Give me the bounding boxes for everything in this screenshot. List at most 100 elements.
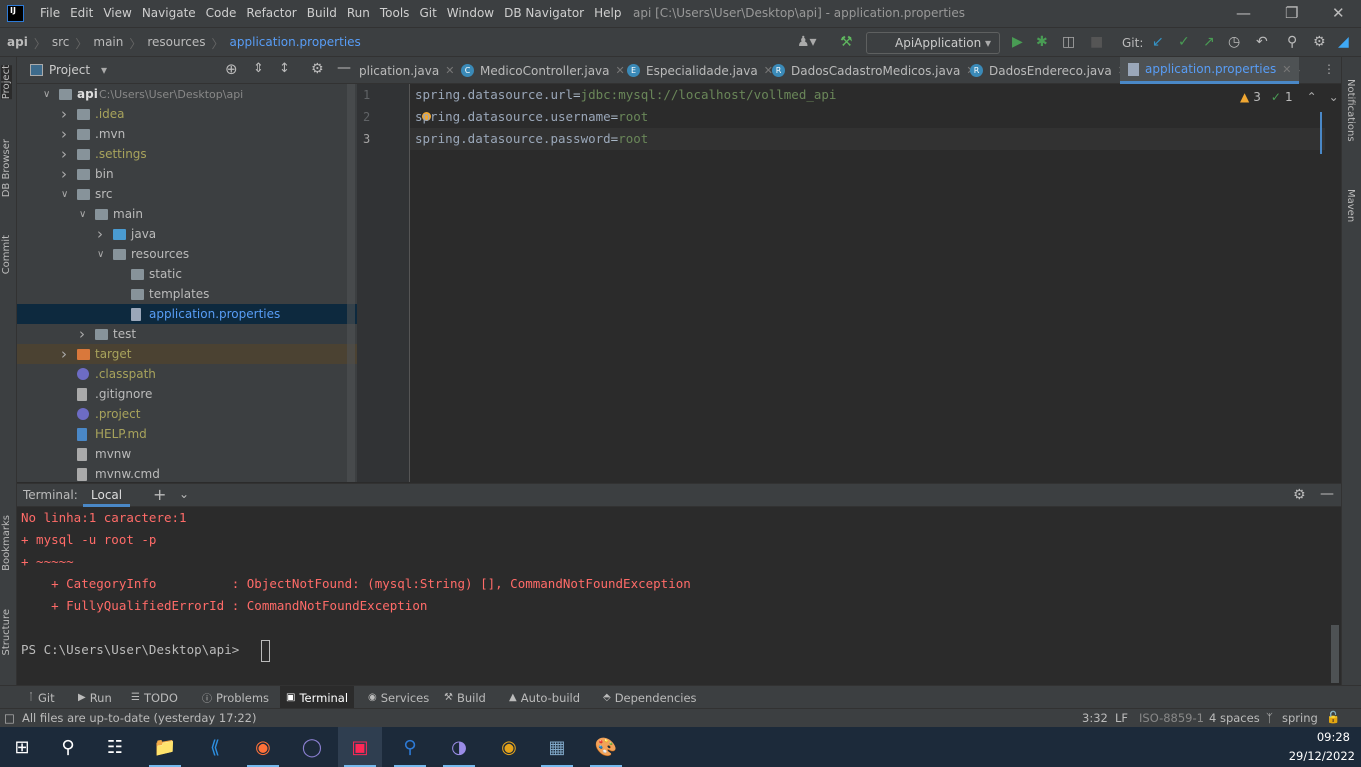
tree-item[interactable]: ∨ main — [17, 204, 357, 224]
task-view-icon[interactable]: ☷ — [93, 727, 137, 767]
run-configuration-select[interactable]: ApiApplication ▾ — [866, 32, 1000, 54]
chevron-down-icon[interactable]: ∨ — [97, 249, 107, 260]
chevron-down-icon[interactable]: ∨ — [61, 189, 71, 200]
tree-item[interactable]: › .mvn — [17, 124, 357, 144]
menu-help[interactable]: Help — [594, 6, 621, 20]
git-push-icon[interactable]: ↗ — [1203, 34, 1215, 50]
line-separator[interactable]: LF — [1115, 711, 1128, 725]
lock-icon[interactable]: 🔓 — [1326, 710, 1340, 724]
firefox-icon[interactable]: ◉ — [241, 727, 285, 767]
tree-item[interactable]: .gitignore — [17, 384, 357, 404]
minimize-icon[interactable]: — — [1236, 4, 1251, 22]
editor-tab[interactable]: C MedicoController.java ✕ — [461, 57, 625, 84]
build-hammer-icon[interactable]: ⚒ — [840, 34, 853, 50]
close-tab-icon[interactable]: ✕ — [445, 64, 454, 77]
breadcrumb-item[interactable]: main — [93, 35, 123, 52]
user-icon[interactable]: ♟▾ — [797, 34, 817, 50]
tree-item[interactable]: HELP.md — [17, 424, 357, 444]
tree-item[interactable]: .project — [17, 404, 357, 424]
menu-file[interactable]: File — [40, 6, 60, 20]
gear-icon[interactable]: ⚙ — [1293, 487, 1306, 503]
collapse-all-icon[interactable]: ↕ — [279, 61, 290, 76]
tool-window-build[interactable]: ⚒ Build — [438, 686, 492, 709]
menu-view[interactable]: View — [103, 6, 131, 20]
chevron-down-icon[interactable]: ⌄ — [179, 487, 189, 501]
stop-icon[interactable]: ■ — [1090, 34, 1103, 50]
tree-item[interactable]: › test — [17, 324, 357, 344]
tree-item[interactable]: › bin — [17, 164, 357, 184]
debug-icon[interactable]: ✱ — [1036, 34, 1048, 50]
close-tab-icon[interactable]: ✕ — [616, 64, 625, 77]
tool-window-terminal[interactable]: ▣ Terminal — [280, 686, 355, 709]
next-highlight-icon[interactable]: ⌄ — [1329, 90, 1339, 104]
tree-item[interactable]: ∨ src — [17, 184, 357, 204]
tool-db-browser[interactable]: DB Browser — [1, 139, 12, 197]
git-commit-icon[interactable]: ✓ — [1178, 34, 1190, 50]
tool-window-todo[interactable]: ☰ TODO — [125, 686, 184, 709]
tree-item[interactable]: › java — [17, 224, 357, 244]
chevron-down-icon[interactable]: ∨ — [79, 209, 89, 220]
editor-tab[interactable]: E Especialidade.java ✕ — [627, 57, 773, 84]
new-tab-plus-icon[interactable]: + — [153, 485, 166, 504]
app-icon[interactable]: ◑ — [437, 727, 481, 767]
paint-icon[interactable]: 🎨 — [584, 727, 628, 767]
caret-position[interactable]: 3:32 — [1082, 711, 1108, 725]
tree-item[interactable]: › .idea — [17, 104, 357, 124]
search-icon[interactable]: ⚲ — [1287, 34, 1297, 50]
tool-notifications[interactable]: Notifications — [1345, 79, 1356, 142]
menu-run[interactable]: Run — [347, 6, 370, 20]
tree-scrollbar[interactable] — [347, 84, 355, 482]
editor-tab[interactable]: plication.java ✕ — [359, 57, 454, 84]
terminal-tab-local[interactable]: Local — [83, 484, 131, 507]
terminal-scrollbar[interactable] — [1331, 625, 1339, 683]
git-branch[interactable]: spring — [1282, 711, 1318, 725]
history-icon[interactable]: ◷ — [1228, 34, 1240, 50]
tool-window-services[interactable]: ◉ Services — [362, 686, 435, 709]
tool-bookmarks[interactable]: Bookmarks — [1, 515, 12, 571]
status-toggle-icon[interactable]: □ — [4, 711, 15, 725]
menu-refactor[interactable]: Refactor — [246, 6, 296, 20]
expand-all-icon[interactable]: ⇕ — [253, 61, 264, 76]
tree-item[interactable]: .classpath — [17, 364, 357, 384]
breadcrumb-item[interactable]: resources — [147, 35, 205, 52]
vscode-icon[interactable]: ⟪ — [193, 727, 237, 767]
maps-icon[interactable]: ⚲ — [388, 727, 432, 767]
editor-tab[interactable]: application.properties ✕ — [1120, 57, 1300, 84]
code-editor[interactable]: ▲ 3 ✓ 1 ⌃ ⌄ spring.datasource.url=jdbc:mys… — [410, 84, 1341, 482]
editor-tab[interactable]: RDadosEndereco.java✕ — [970, 57, 1127, 84]
tree-item[interactable]: ∨ api C:\Users\User\Desktop\api — [17, 84, 357, 104]
code-with-me-icon[interactable]: ◢ — [1338, 34, 1349, 50]
tool-commit[interactable]: Commit — [1, 235, 12, 274]
chevron-right-icon[interactable]: › — [61, 145, 71, 163]
menu-edit[interactable]: Edit — [70, 6, 93, 20]
menu-git[interactable]: Git — [419, 6, 436, 20]
file-explorer-icon[interactable]: 📁 — [143, 727, 187, 767]
gear-icon[interactable]: ⚙ — [1313, 34, 1326, 50]
chevron-right-icon[interactable]: › — [61, 125, 71, 143]
tool-window-run[interactable]: ▶ Run — [72, 686, 118, 709]
chevron-right-icon[interactable]: › — [97, 225, 107, 243]
project-view-select[interactable]: Project — [49, 63, 90, 77]
breadcrumb-item[interactable]: api — [7, 35, 28, 52]
rollback-icon[interactable]: ↶ — [1256, 34, 1268, 50]
coverage-icon[interactable]: ◫ — [1062, 34, 1075, 50]
menu-tools[interactable]: Tools — [380, 6, 410, 20]
terminal-output[interactable]: No linha:1 caractere:1 + mysql -u root -p… — [17, 507, 1341, 685]
tree-item[interactable]: templates — [17, 284, 357, 304]
chevron-down-icon[interactable]: ∨ — [43, 89, 53, 100]
file-encoding[interactable]: ISO-8859-1 — [1139, 711, 1204, 725]
git-update-icon[interactable]: ↙ — [1152, 34, 1164, 50]
menu-build[interactable]: Build — [307, 6, 337, 20]
chevron-right-icon[interactable]: › — [61, 165, 71, 183]
indent-setting[interactable]: 4 spaces — [1209, 711, 1260, 725]
menu-code[interactable]: Code — [206, 6, 237, 20]
tool-window-problems[interactable]: ⓘ Problems — [196, 686, 275, 709]
more-vertical-icon[interactable]: ⋮ — [1323, 62, 1335, 76]
restore-icon[interactable]: ❐ — [1285, 4, 1298, 22]
tool-window-auto-build[interactable]: ▲ Auto-build — [503, 686, 586, 709]
tree-item[interactable]: application.properties — [17, 304, 357, 324]
close-tab-icon[interactable]: ✕ — [1282, 63, 1291, 76]
clock-date[interactable]: 29/12/2022 — [1289, 749, 1355, 763]
clock-time[interactable]: 09:28 — [1317, 730, 1350, 744]
breadcrumb-item[interactable]: src — [52, 35, 70, 52]
